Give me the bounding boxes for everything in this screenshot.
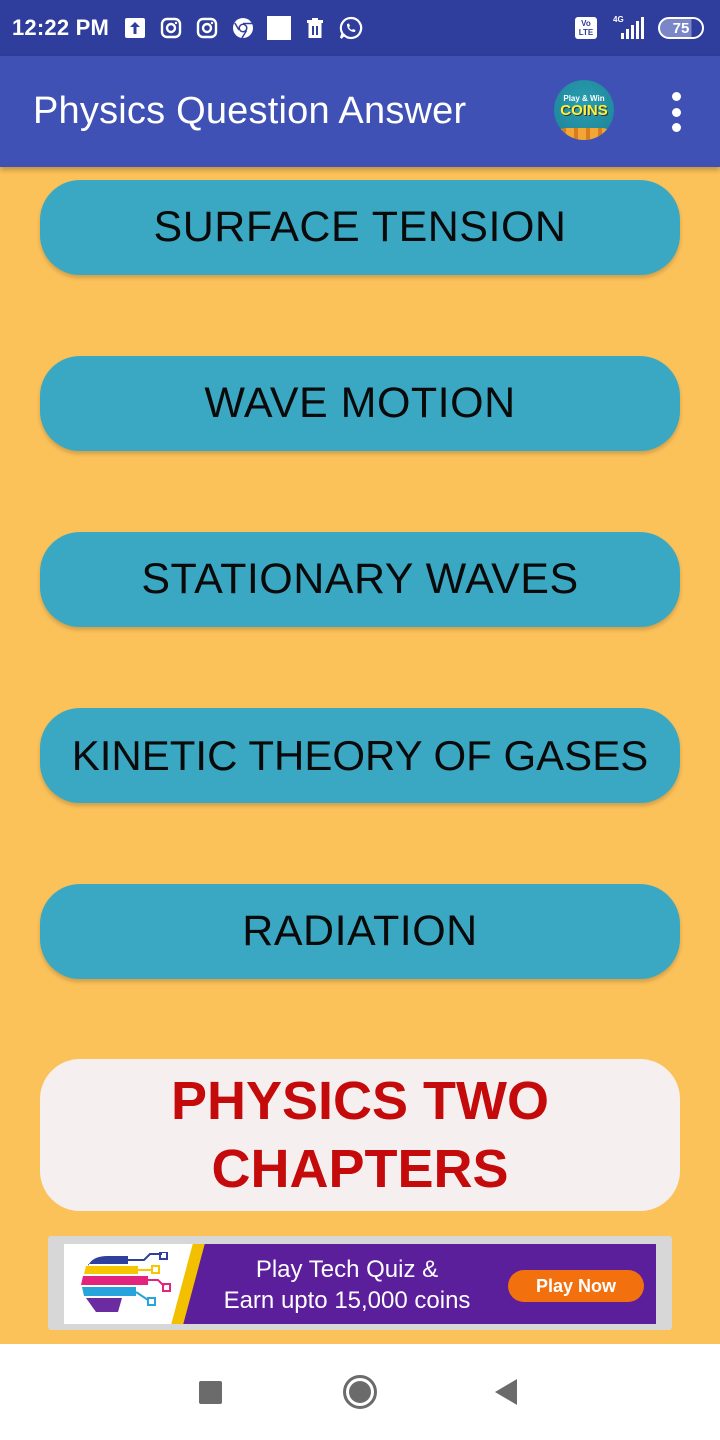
ad-text: Play Tech Quiz & Earn upto 15,000 coins <box>192 1254 502 1316</box>
system-navigation-bar <box>0 1344 720 1440</box>
signal-icon: 4G <box>611 15 644 39</box>
ad-creative: Play Tech Quiz & Earn upto 15,000 coins … <box>64 1244 656 1324</box>
ad-play-now-button[interactable]: Play Now <box>508 1270 644 1302</box>
ad-text-line1: Play Tech Quiz & <box>255 1256 439 1283</box>
status-bar: 12:22 PM Vo LTE 4G 75 <box>0 0 720 56</box>
coins-badge-line2: COINS <box>560 102 608 119</box>
instagram-icon <box>159 16 183 40</box>
status-time: 12:22 PM <box>12 15 109 40</box>
chapter-button-surface-tension[interactable]: SURFACE TENSION <box>40 180 680 275</box>
chapter-button-radiation[interactable]: RADIATION <box>40 884 680 979</box>
battery-indicator: 75 <box>658 17 704 39</box>
chapter-button-stationary-waves[interactable]: STATIONARY WAVES <box>40 532 680 627</box>
tech-head-icon <box>81 1252 171 1312</box>
chapter-button-wave-motion[interactable]: WAVE MOTION <box>40 356 680 451</box>
upload-icon <box>123 16 147 40</box>
back-triangle-icon <box>495 1379 517 1405</box>
overflow-menu-icon[interactable] <box>664 92 688 132</box>
physics-two-chapters-button[interactable]: PHYSICS TWO CHAPTERS <box>40 1059 680 1211</box>
back-button[interactable] <box>466 1344 546 1440</box>
network-type: 4G <box>613 15 624 24</box>
volte-icon: Vo LTE <box>575 17 597 39</box>
recent-apps-button[interactable] <box>170 1344 250 1440</box>
chapter-list: SURFACE TENSION WAVE MOTION STATIONARY W… <box>0 167 720 1344</box>
whatsapp-icon <box>339 16 363 40</box>
app-bar: Physics Question Answer Play & Win COINS <box>0 56 720 167</box>
trash-icon <box>303 16 327 40</box>
coin-pile-icon <box>554 128 614 140</box>
physics-two-chapters-label: PHYSICS TWO CHAPTERS <box>170 1071 550 1199</box>
volte-label-top: Vo <box>581 19 591 28</box>
volte-label-bottom: LTE <box>578 28 594 37</box>
square-icon <box>198 1380 222 1404</box>
play-win-coins-button[interactable]: Play & Win COINS <box>554 80 614 140</box>
blank-square-icon <box>266 16 291 40</box>
ad-text-line2: Earn upto 15,000 coins <box>223 1287 471 1314</box>
chapter-button-kinetic-theory-of-gases[interactable]: KINETIC THEORY OF GASES <box>40 708 680 803</box>
system-status: Vo LTE 4G 75 <box>575 0 704 56</box>
home-circle-icon <box>343 1375 377 1409</box>
instagram-icon <box>195 16 219 40</box>
home-button[interactable] <box>320 1344 400 1440</box>
notification-icons <box>123 16 363 40</box>
chrome-icon <box>231 16 255 40</box>
battery-level: 75 <box>672 19 690 37</box>
ad-banner[interactable]: Play Tech Quiz & Earn upto 15,000 coins … <box>48 1236 672 1330</box>
app-title: Physics Question Answer <box>33 90 467 132</box>
